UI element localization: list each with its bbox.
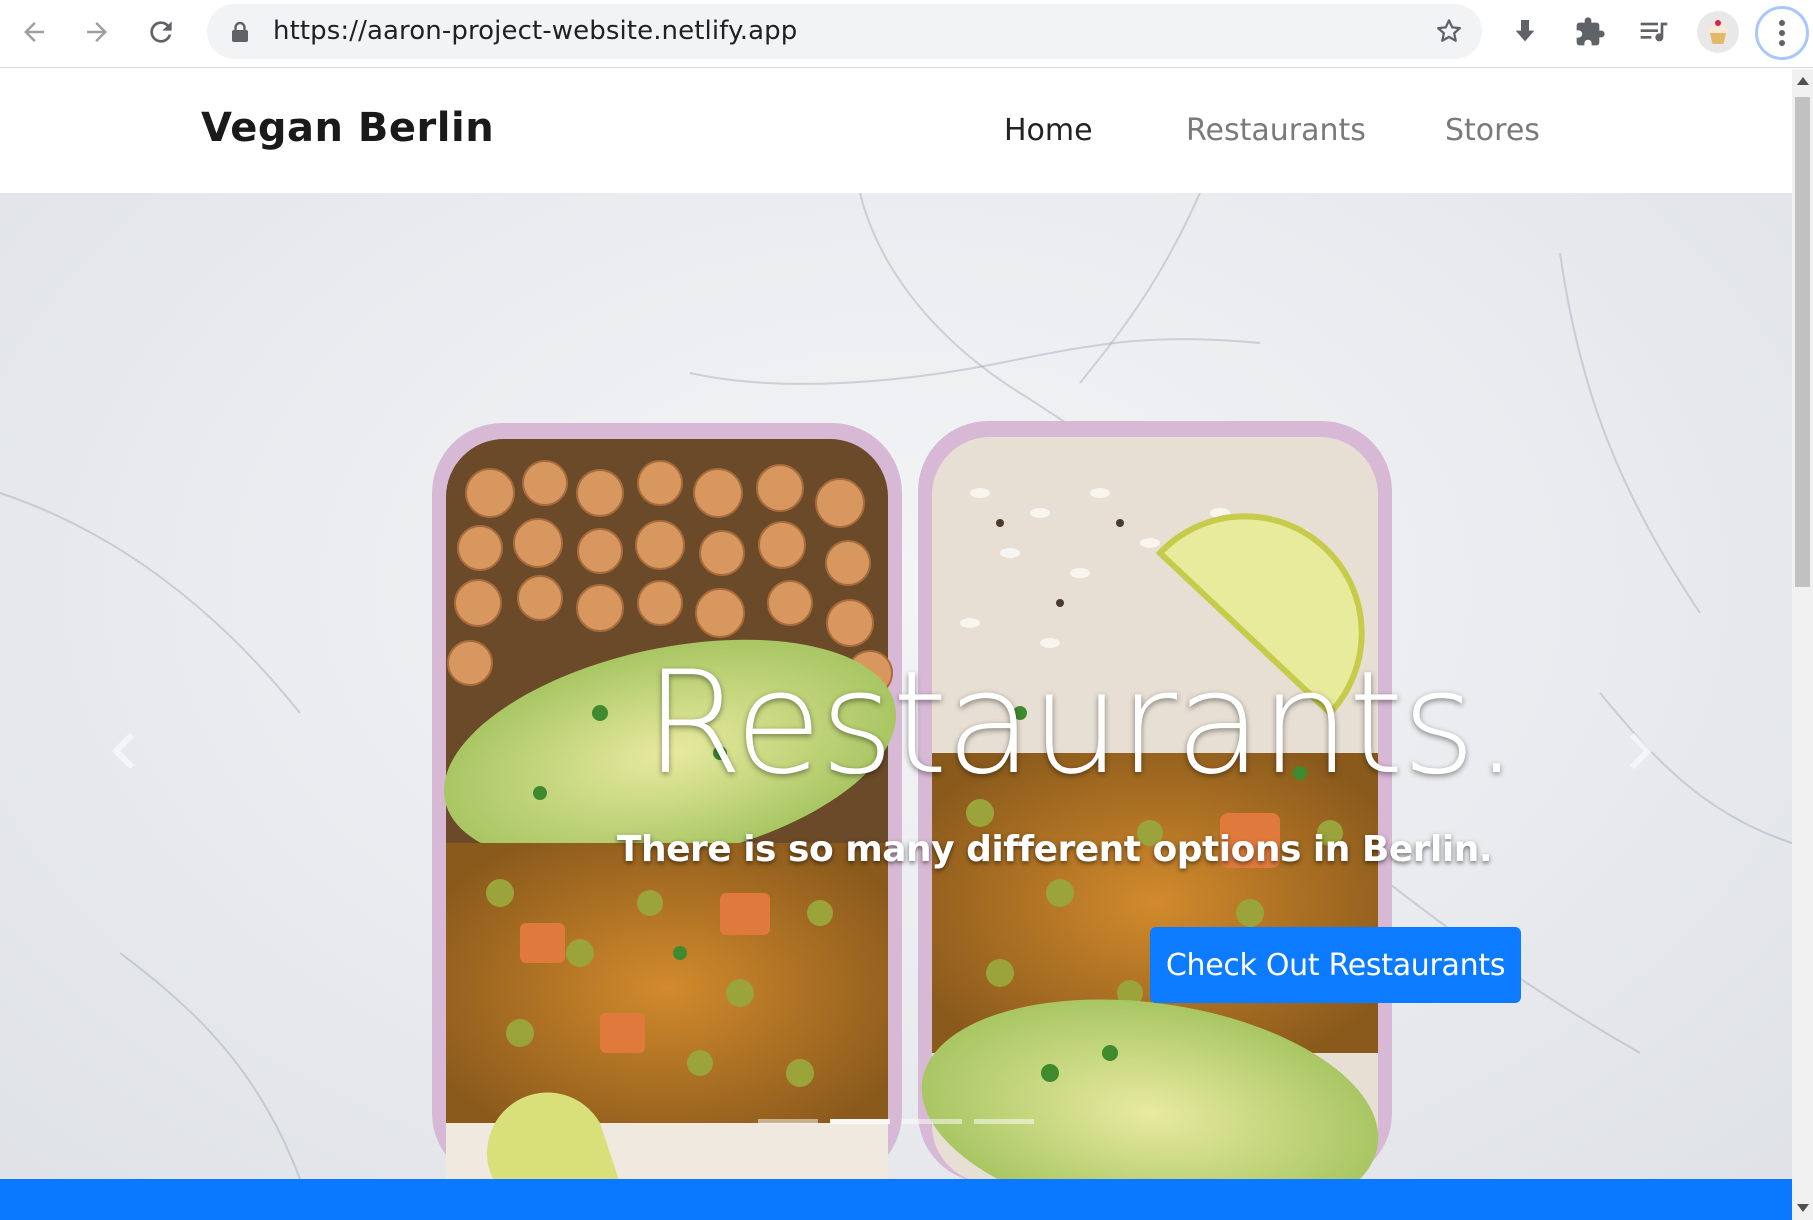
scroll-up-arrow-icon[interactable] — [1797, 77, 1809, 85]
nav-link-restaurants[interactable]: Restaurants — [1186, 113, 1366, 148]
extensions-puzzle-icon[interactable] — [1570, 12, 1610, 52]
check-out-restaurants-button[interactable]: Check Out Restaurants — [1150, 927, 1521, 1003]
next-section-band — [0, 1179, 1792, 1220]
scroll-thumb[interactable] — [1795, 97, 1810, 587]
lock-icon — [231, 21, 249, 48]
carousel-indicator[interactable] — [974, 1119, 1034, 1124]
hero-carousel: Restaurants. There is so many different … — [0, 193, 1792, 1179]
more-vertical-button[interactable] — [1755, 6, 1809, 60]
nav-link-home[interactable]: Home — [1004, 113, 1093, 148]
chevron-right-icon — [1629, 732, 1653, 770]
back-arrow-icon — [24, 22, 44, 42]
carousel-next-button[interactable] — [1620, 723, 1660, 779]
carousel-indicator-active[interactable] — [830, 1119, 890, 1124]
carousel-indicators — [758, 1119, 1034, 1124]
carousel-prev-button[interactable] — [104, 723, 144, 779]
carousel-indicator[interactable] — [902, 1119, 962, 1124]
url-text[interactable]: https://aaron-project-website.netlify.ap… — [273, 4, 797, 59]
address-bar[interactable]: https://aaron-project-website.netlify.ap… — [207, 4, 1482, 59]
site-navbar: Vegan Berlin Home Restaurants Stores — [0, 69, 1792, 193]
forward-arrow-icon — [87, 22, 107, 42]
chevron-left-icon — [111, 732, 135, 770]
back-button[interactable] — [12, 10, 56, 54]
scroll-down-arrow-icon[interactable] — [1797, 1204, 1809, 1212]
bookmark-star-icon[interactable] — [1434, 16, 1464, 51]
more-vertical-icon — [1779, 20, 1785, 46]
site-brand[interactable]: Vegan Berlin — [201, 105, 494, 151]
nav-link-stores[interactable]: Stores — [1445, 113, 1540, 148]
page-viewport: Vegan Berlin Home Restaurants Stores Res… — [0, 69, 1792, 1220]
forward-button[interactable] — [75, 10, 119, 54]
profile-cupcake-icon[interactable] — [1697, 11, 1739, 53]
reload-button[interactable] — [139, 10, 183, 54]
reload-icon — [150, 21, 172, 43]
media-queue-icon[interactable] — [1634, 12, 1674, 52]
carousel-indicator[interactable] — [758, 1119, 818, 1124]
hero-title: Restaurants. — [644, 641, 1519, 806]
browser-toolbar: https://aaron-project-website.netlify.ap… — [0, 0, 1813, 68]
hero-subtitle: There is so many different options in Be… — [616, 829, 1493, 870]
download-icon[interactable] — [1505, 12, 1545, 52]
page-scrollbar[interactable] — [1792, 69, 1813, 1220]
